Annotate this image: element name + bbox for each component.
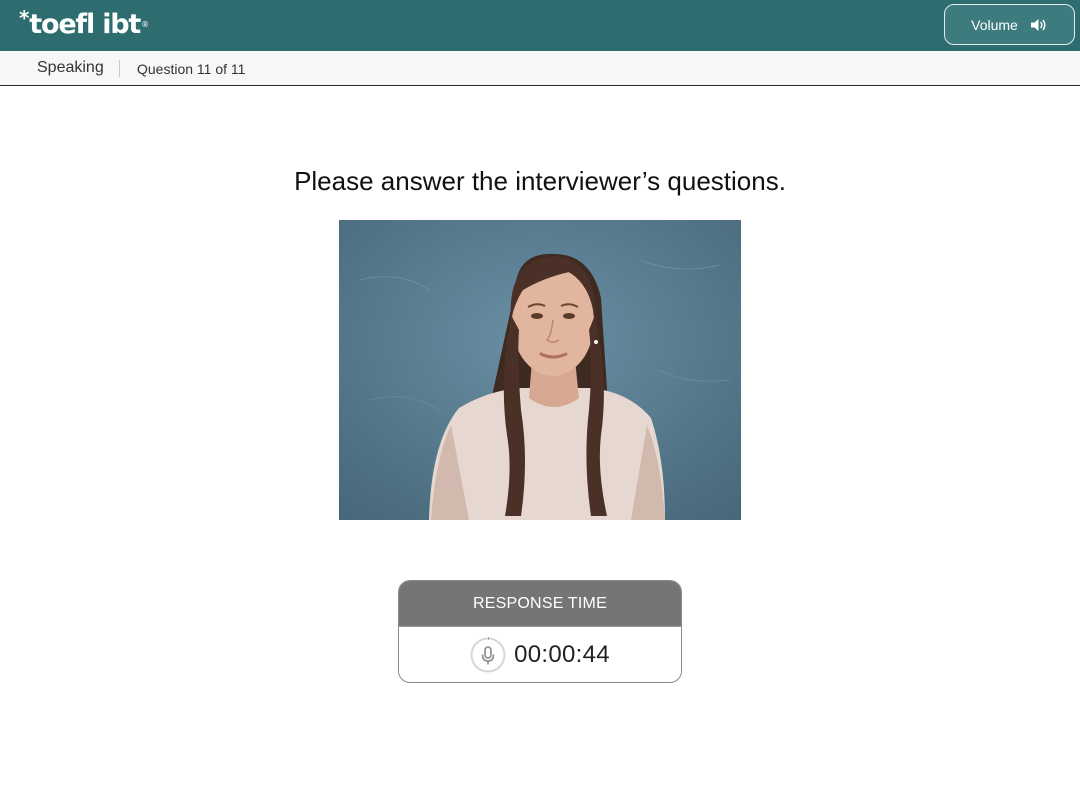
logo-registered-mark: ®	[141, 20, 149, 29]
logo-text: toefl ibt	[29, 9, 141, 40]
interviewer-video	[339, 220, 741, 520]
response-time-panel: RESPONSE TIME 00:00:44	[398, 580, 682, 683]
section-divider	[119, 60, 120, 77]
response-timer: 00:00:44	[514, 640, 610, 668]
top-bar: * toefl ibt ® Volume	[0, 0, 1080, 51]
question-counter: Question 11 of 11	[137, 61, 246, 77]
section-bar: Speaking Question 11 of 11	[0, 51, 1080, 86]
section-name: Speaking	[37, 59, 104, 76]
response-time-title: RESPONSE TIME	[399, 581, 681, 626]
response-time-body: 00:00:44	[399, 626, 681, 682]
volume-label: Volume	[971, 16, 1018, 33]
logo-star-icon: *	[19, 6, 30, 30]
volume-button[interactable]: Volume	[944, 4, 1075, 45]
microphone-icon	[470, 636, 506, 673]
toefl-logo: * toefl ibt ®	[19, 6, 149, 54]
instruction-text: Please answer the interviewer’s question…	[294, 166, 786, 196]
speaker-icon	[1030, 17, 1048, 33]
